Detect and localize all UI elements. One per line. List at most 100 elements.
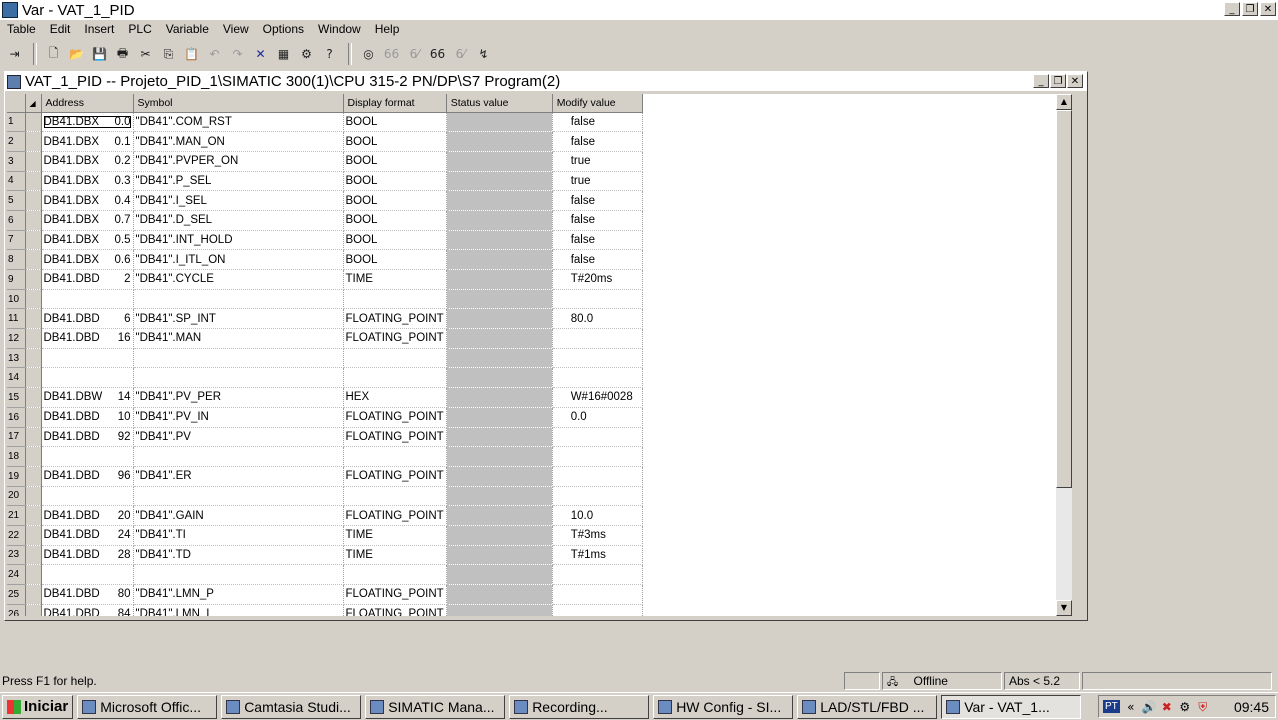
table-row[interactable]: 2 DB41.DBX 0.1 "DB41".MAN_ON BOOL false: [7, 131, 643, 152]
vat-maximize-button[interactable]: ❐: [1050, 74, 1066, 88]
address-cell[interactable]: [41, 348, 134, 369]
menu-variable[interactable]: Variable: [159, 22, 216, 36]
header-modify-value[interactable]: Modify value: [552, 94, 643, 113]
menu-help[interactable]: Help: [368, 22, 407, 36]
display-format-cell[interactable]: BOOL: [343, 190, 447, 211]
address-cell[interactable]: DB41.DBX 0.5: [41, 230, 134, 251]
address-cell[interactable]: DB41.DBX 0.4: [41, 190, 134, 211]
modify-value-cell[interactable]: [552, 486, 643, 507]
modify-value-cell[interactable]: W#16#0028: [552, 387, 643, 408]
task-hw-config[interactable]: HW Config - SI...: [653, 694, 794, 719]
modify-var-icon[interactable]: 6⁄: [404, 44, 425, 65]
address-cell[interactable]: DB41.DBD 92: [41, 427, 134, 448]
symbol-cell[interactable]: [133, 348, 344, 369]
start-button[interactable]: Iniciar: [2, 694, 74, 719]
row-indicator[interactable]: [25, 387, 42, 408]
table-row[interactable]: 14: [7, 367, 643, 389]
row-indicator[interactable]: [25, 289, 42, 310]
row-indicator[interactable]: [25, 367, 42, 389]
display-format-cell[interactable]: TIME: [343, 269, 447, 290]
table-row[interactable]: 24: [7, 564, 643, 585]
address-cell[interactable]: DB41.DBD 80: [41, 584, 134, 605]
modify-value-cell[interactable]: false: [552, 112, 643, 133]
redo-icon[interactable]: ↷: [227, 44, 248, 65]
trigger-icon[interactable]: 66: [427, 44, 448, 65]
table-row[interactable]: 20: [7, 486, 643, 507]
display-format-cell[interactable]: TIME: [343, 525, 447, 546]
table-row[interactable]: 9 DB41.DBD 2 "DB41".CYCLE TIME T#20ms: [7, 269, 643, 290]
table-row[interactable]: 8 DB41.DBX 0.6 "DB41".I_ITL_ON BOOL false: [7, 249, 643, 270]
table-row[interactable]: 26 DB41.DBD 84 "DB41".LMN_I FLOATING_POINT: [7, 604, 643, 616]
header-display-format[interactable]: Display format: [343, 94, 447, 113]
display-format-cell[interactable]: FLOATING_POINT: [343, 466, 447, 487]
address-cell[interactable]: [41, 446, 134, 467]
delete-icon[interactable]: ✕: [250, 44, 271, 65]
row-indicator[interactable]: [25, 486, 42, 507]
menu-table[interactable]: Table: [0, 22, 43, 36]
row-indicator[interactable]: [25, 348, 42, 369]
row-indicator[interactable]: [25, 525, 42, 546]
glasses-icon[interactable]: ◎: [358, 44, 379, 65]
address-cell[interactable]: [41, 367, 134, 389]
table-row[interactable]: 11 DB41.DBD 6 "DB41".SP_INT FLOATING_POINT 80…: [7, 308, 643, 330]
row-indicator[interactable]: [25, 249, 42, 270]
vat-minimize-button[interactable]: _: [1033, 74, 1049, 88]
display-format-cell[interactable]: FLOATING_POINT: [343, 328, 447, 349]
symbol-cell[interactable]: "DB41".PV: [133, 427, 344, 448]
header-symbol[interactable]: Symbol: [133, 94, 344, 113]
table-row[interactable]: 21 DB41.DBD 20 "DB41".GAIN FLOATING_POINT 10.…: [7, 505, 643, 526]
symbol-cell[interactable]: "DB41".MAN_ON: [133, 131, 344, 152]
modify-value-cell[interactable]: [552, 584, 643, 605]
task-camtasia[interactable]: Camtasia Studi...: [221, 694, 362, 719]
display-format-cell[interactable]: [343, 446, 447, 467]
address-cell[interactable]: DB41.DBW 14: [41, 387, 134, 408]
tray-chevron-icon[interactable]: «: [1124, 700, 1138, 714]
address-cell[interactable]: [41, 289, 134, 310]
modify-value-cell[interactable]: [552, 466, 643, 487]
symbol-cell[interactable]: "DB41".D_SEL: [133, 210, 344, 231]
row-indicator[interactable]: [25, 308, 42, 330]
row-indicator[interactable]: [25, 427, 42, 448]
row-indicator[interactable]: [25, 190, 42, 211]
row-indicator[interactable]: [25, 466, 42, 487]
modify-value-cell[interactable]: false: [552, 190, 643, 211]
tool-icon[interactable]: ⚙: [296, 44, 317, 65]
copy-icon[interactable]: ⎘: [158, 44, 179, 65]
table-row[interactable]: 18: [7, 446, 643, 467]
table-row[interactable]: 13: [7, 348, 643, 369]
shield-icon[interactable]: ⛨: [1196, 700, 1210, 714]
symbol-cell[interactable]: "DB41".I_SEL: [133, 190, 344, 211]
modify-value-cell[interactable]: [552, 564, 643, 585]
display-format-cell[interactable]: TIME: [343, 545, 447, 566]
table-row[interactable]: 25 DB41.DBD 80 "DB41".LMN_P FLOATING_POINT: [7, 584, 643, 605]
paste-icon[interactable]: 📋: [181, 44, 202, 65]
row-indicator[interactable]: [25, 210, 42, 231]
modify-value-cell[interactable]: [552, 604, 643, 616]
display-format-cell[interactable]: HEX: [343, 387, 447, 408]
table-row[interactable]: 12 DB41.DBD 16 "DB41".MAN FLOATING_POINT: [7, 328, 643, 349]
display-format-cell[interactable]: FLOATING_POINT: [343, 584, 447, 605]
print-icon[interactable]: 🖶: [112, 44, 133, 65]
table-row[interactable]: 5 DB41.DBX 0.4 "DB41".I_SEL BOOL false: [7, 190, 643, 211]
row-indicator[interactable]: [25, 545, 42, 566]
display-format-cell[interactable]: BOOL: [343, 171, 447, 192]
modify-value-cell[interactable]: [552, 367, 643, 389]
table-row[interactable]: 17 DB41.DBD 92 "DB41".PV FLOATING_POINT: [7, 427, 643, 448]
header-address[interactable]: Address: [41, 94, 134, 113]
symbol-cell[interactable]: [133, 564, 344, 585]
address-cell[interactable]: DB41.DBX 0.3: [41, 171, 134, 192]
monitor-icon[interactable]: ▦: [273, 44, 294, 65]
cut-icon[interactable]: ✂: [135, 44, 156, 65]
menu-insert[interactable]: Insert: [77, 22, 121, 36]
modify-value-cell[interactable]: false: [552, 131, 643, 152]
row-indicator[interactable]: [25, 269, 42, 290]
modify-value-cell[interactable]: 0.0: [552, 407, 643, 428]
modify-value-cell[interactable]: T#1ms: [552, 545, 643, 566]
modify-value-cell[interactable]: false: [552, 210, 643, 231]
modify-value-cell[interactable]: [552, 289, 643, 310]
symbol-cell[interactable]: [133, 446, 344, 467]
display-format-cell[interactable]: FLOATING_POINT: [343, 427, 447, 448]
table-row[interactable]: 22 DB41.DBD 24 "DB41".TI TIME T#3ms: [7, 525, 643, 546]
modify-value-cell[interactable]: T#3ms: [552, 525, 643, 546]
open-icon[interactable]: 📂: [66, 44, 87, 65]
